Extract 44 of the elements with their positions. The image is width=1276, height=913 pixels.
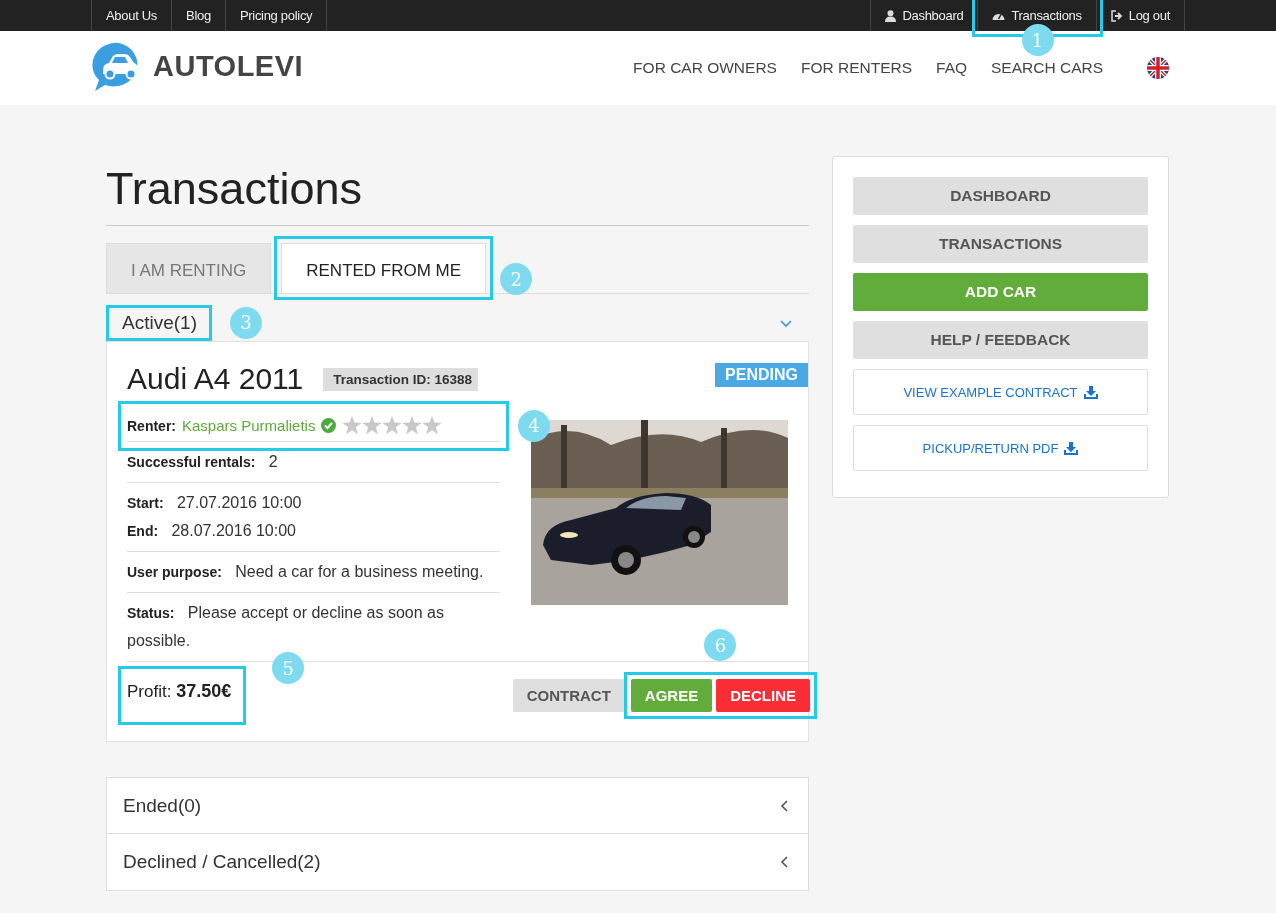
- sidebar-button[interactable]: PICKUP/RETURN PDF: [853, 425, 1148, 471]
- accordion-row[interactable]: Ended(0): [107, 778, 808, 834]
- page-title: Transactions: [106, 156, 809, 226]
- star-icon: [362, 416, 383, 435]
- download-icon: [1064, 441, 1079, 455]
- detail-text: End: 28.07.2016 10:00: [127, 521, 297, 541]
- detail-text: Start: 27.07.2016 10:00: [127, 493, 303, 513]
- callout-number: 6: [704, 629, 737, 661]
- transaction-id-tag: Transaction ID: 16388: [323, 367, 479, 391]
- callout-number: 5: [272, 652, 305, 684]
- detail-text: Successful rentals: 2: [127, 452, 279, 472]
- tab[interactable]: I AM RENTING: [106, 243, 272, 293]
- sidebar-button[interactable]: VIEW EXAMPLE CONTRACT: [853, 369, 1148, 415]
- callout-number: 3: [229, 306, 262, 339]
- contract-button[interactable]: CONTRACT: [512, 679, 625, 712]
- sidebar-button[interactable]: TRANSACTIONS: [853, 225, 1148, 263]
- star-icon: [342, 416, 363, 435]
- accordion-row[interactable]: Declined / Cancelled(2): [107, 834, 808, 890]
- callout-number: 4: [518, 409, 550, 442]
- field-label: Renter:: [127, 417, 176, 434]
- sidebar-button[interactable]: DASHBOARD: [853, 177, 1148, 215]
- car-title: Audi A4 2011: [127, 362, 304, 396]
- star-icon: [422, 416, 443, 435]
- user-icon: [885, 9, 897, 22]
- status-badge: PENDING: [715, 363, 808, 387]
- main-nav-link[interactable]: FOR RENTERS: [800, 59, 912, 77]
- profit-text: Profit: 37.50€: [118, 666, 247, 725]
- main-nav-link[interactable]: SEARCH CARS: [991, 59, 1103, 77]
- main-nav-link[interactable]: FOR CAR OWNERS: [633, 59, 777, 77]
- logo-wordmark[interactable]: AUTOLEVI: [153, 49, 304, 83]
- callout-number: 1: [1021, 24, 1054, 56]
- logout-icon: [1110, 9, 1123, 22]
- star-icon: [402, 416, 423, 435]
- star-icon: [382, 416, 403, 435]
- decline-button[interactable]: DECLINE: [716, 679, 810, 712]
- section-header[interactable]: Active(1): [106, 304, 212, 341]
- sidebar-button[interactable]: HELP / FEEDBACK: [853, 321, 1148, 359]
- detail-text: User purpose: Need a car for a business meeting.: [127, 562, 485, 582]
- main-nav-link[interactable]: FAQ: [936, 59, 968, 77]
- download-icon: [1083, 385, 1098, 399]
- callout-number: 2: [500, 263, 533, 295]
- detail-text: Status: Please accept or decline as soon as possible.: [127, 603, 445, 651]
- uk-flag-icon[interactable]: [1147, 57, 1169, 79]
- top-nav-link[interactable]: Transactions: [978, 0, 1097, 31]
